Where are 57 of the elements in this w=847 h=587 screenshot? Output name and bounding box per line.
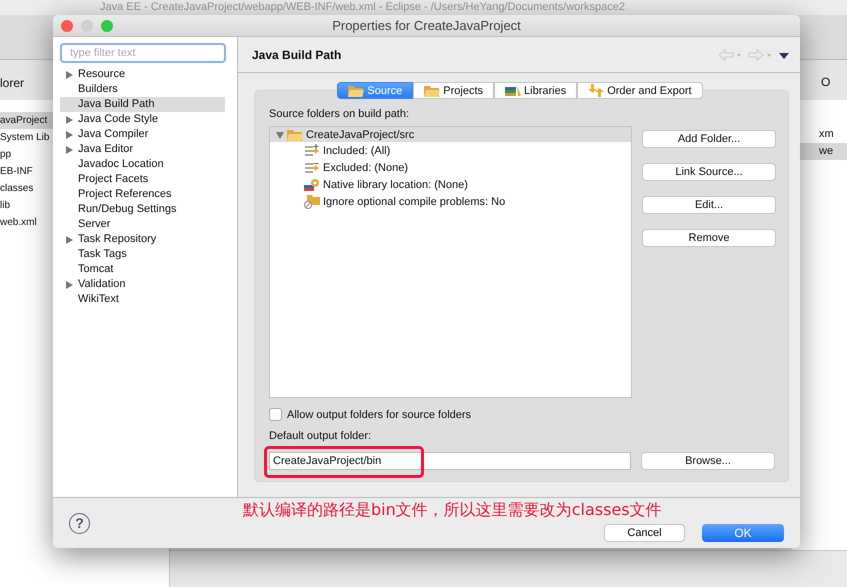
side-button[interactable]: Remove [642, 229, 776, 247]
tree-item[interactable]: Native library location: (None) [323, 178, 468, 190]
folder-icon [287, 128, 303, 140]
output-folder-label: Default output folder: [269, 430, 372, 442]
output-folder-field[interactable]: CreateJavaProject/bin [269, 452, 631, 470]
books-icon [505, 84, 522, 96]
nav-item[interactable]: Task Repository [60, 232, 225, 247]
annotation-text: 默认编译的路径是bin文件，所以这里需要改为classes文件 [243, 500, 662, 521]
side-button[interactable]: Add Folder... [642, 130, 776, 148]
folder-icon [424, 84, 440, 96]
checkbox[interactable] [269, 408, 282, 421]
folder-icon [348, 84, 364, 96]
filter-minus-icon [304, 160, 320, 174]
nav-item[interactable]: Resource [60, 67, 225, 82]
nav-item[interactable]: Task Tags [60, 247, 225, 262]
tree-item[interactable]: Ignore optional compile problems: No [323, 196, 506, 208]
nav-item[interactable]: Builders [60, 82, 225, 97]
nav-item[interactable]: Javadoc Location [60, 157, 225, 172]
window-title: Java EE - CreateJavaProject/webapp/WEB-INF/web.xml - Eclipse - /Users/HeYang/Documents/workspace2 [99, 0, 626, 15]
nav-item[interactable]: Run/Debug Settings [60, 202, 225, 217]
expand-arrow-icon[interactable] [65, 280, 73, 288]
nav-item[interactable]: Java Build Path [60, 97, 225, 112]
filter-field[interactable]: type filter text [60, 43, 226, 63]
nav-item[interactable]: WikiText [60, 292, 225, 307]
tree-row[interactable]: CreateJavaProject/src [270, 127, 631, 142]
navigation-arrows-icon[interactable] [719, 48, 789, 60]
nav-item[interactable]: Tomcat [60, 262, 225, 277]
nav-item[interactable]: Server [60, 217, 225, 232]
expanded-arrow-icon[interactable] [276, 130, 284, 138]
close-icon[interactable] [61, 20, 73, 32]
source-folders-label: Source folders on build path: [269, 108, 410, 120]
tab[interactable]: Projects [413, 82, 494, 99]
nav-item[interactable]: Project Facets [60, 172, 225, 187]
checkbox-label: Allow output folders for source folders [287, 408, 472, 420]
expand-arrow-icon[interactable] [65, 236, 73, 244]
nav-item[interactable]: Java Code Style [60, 112, 225, 127]
side-button[interactable]: Link Source... [642, 163, 776, 181]
filter-plus-icon [304, 144, 320, 158]
expand-arrow-icon[interactable] [65, 70, 73, 78]
tab[interactable]: Order and Export [577, 82, 703, 99]
nav-item[interactable]: Project References [60, 187, 225, 202]
up-down-arrows-icon [588, 84, 604, 97]
folder-blocked-icon [304, 194, 320, 208]
nav-item[interactable]: Validation [60, 277, 225, 292]
tree-item[interactable]: Included: (All) [323, 144, 390, 156]
browse-button[interactable]: Browse... [641, 452, 775, 470]
side-button[interactable]: Edit... [642, 196, 776, 214]
source-tree[interactable]: CreateJavaProject/src Included: (All) Excluded: (None) Native library location: (None) Ignore optional compile problems: No [269, 126, 632, 398]
dialog-title: Properties for CreateJavaProject [332, 18, 522, 33]
help-button[interactable]: ? [69, 512, 90, 534]
nav-item[interactable]: Java Compiler [60, 127, 225, 142]
page-title: Java Build Path [252, 48, 342, 62]
tree-item[interactable]: Excluded: (None) [323, 162, 408, 174]
tab[interactable]: Libraries [494, 82, 578, 99]
cancel-button[interactable]: Cancel [604, 524, 685, 542]
nav-item[interactable]: Java Editor [60, 142, 225, 157]
books-gear-icon [304, 178, 320, 192]
